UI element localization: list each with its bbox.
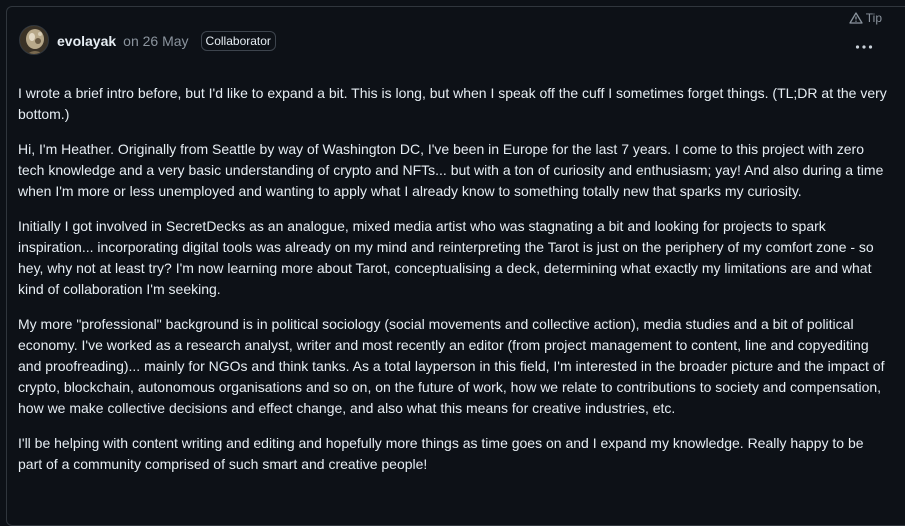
comment-paragraph: Initially I got involved in SecretDecks …	[18, 218, 874, 297]
comment-box: evolayak on 26 May Collaborator Tip I wr…	[6, 6, 905, 526]
tip-button[interactable]: Tip	[849, 11, 882, 25]
kebab-horizontal-icon	[855, 45, 873, 49]
collaborator-badge: Collaborator	[200, 31, 276, 51]
comment-body: I wrote a brief intro before, but I'd li…	[18, 83, 888, 489]
alert-triangle-icon	[849, 12, 863, 24]
more-options-button[interactable]	[854, 39, 874, 55]
comment-paragraph: Hi, I'm Heather. Originally from Seattle…	[18, 141, 884, 199]
comment-paragraph: I wrote a brief intro before, but I'd li…	[18, 85, 887, 122]
author-name[interactable]: evolayak	[57, 32, 116, 50]
comment-paragraph: I'll be helping with content writing and…	[18, 435, 864, 472]
avatar-image-icon	[20, 26, 48, 54]
comment-header: evolayak on 26 May Collaborator	[57, 31, 276, 51]
tip-label: Tip	[865, 11, 882, 25]
comment-date[interactable]: on 26 May	[123, 32, 188, 50]
comment-paragraph: My more "professional" background is in …	[18, 316, 885, 416]
author-avatar[interactable]	[19, 25, 49, 55]
